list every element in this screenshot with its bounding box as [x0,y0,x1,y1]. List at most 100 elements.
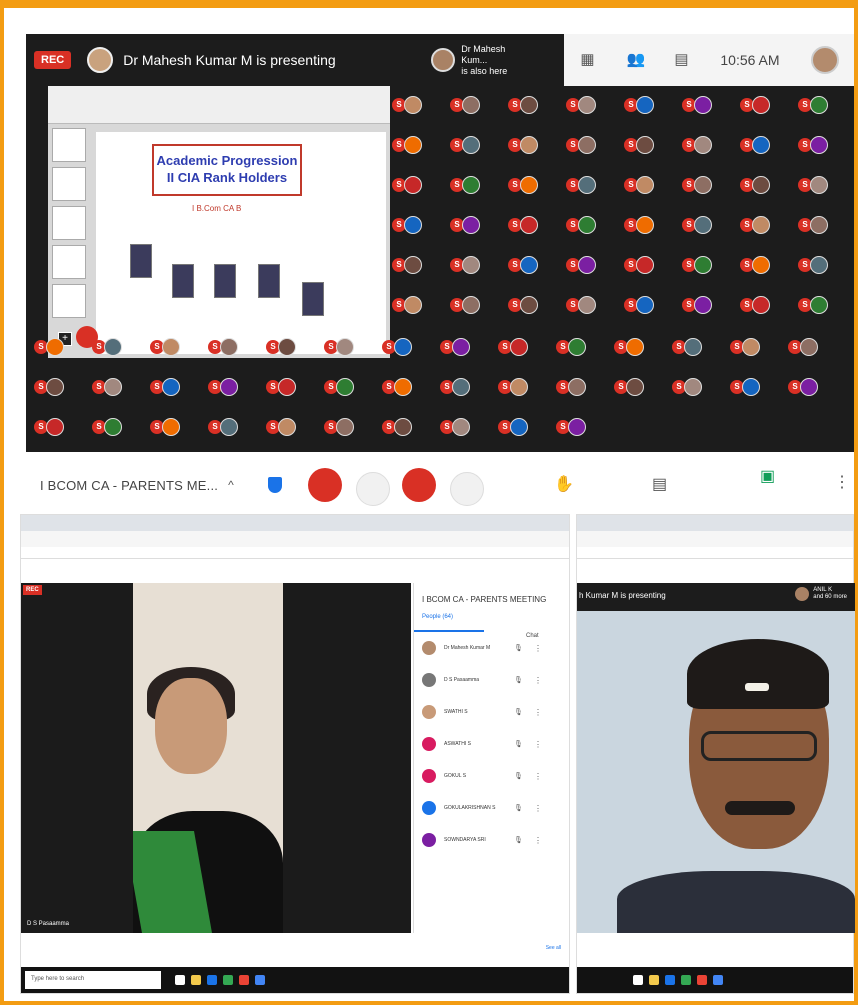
participant-tile[interactable]: S [508,134,562,156]
browser-address-bar[interactable] [21,531,569,547]
participant-tile[interactable]: S [392,174,446,196]
participant-tile[interactable]: S [566,254,620,276]
people-list-item[interactable]: SOWNDARYA SRI 🎙 ⋮ [414,824,569,856]
taskview-icon[interactable] [175,975,185,985]
participant-tile[interactable]: S [682,94,736,116]
participant-tile[interactable]: S [382,376,436,398]
more-options-icon[interactable]: ⋮ [534,708,542,717]
participant-tile[interactable]: S [798,134,852,156]
participant-tile[interactable]: S [498,376,552,398]
more-options-icon[interactable]: ⋮ [534,836,542,845]
participant-tile[interactable]: S [508,174,562,196]
participant-tile[interactable]: S [614,376,668,398]
participant-tile[interactable]: S [34,376,88,398]
see-all-link[interactable]: See all [546,945,561,951]
user-avatar[interactable] [810,46,839,74]
participant-tile[interactable]: S [682,294,736,316]
participant-tile[interactable]: S [150,416,204,438]
chrome-icon[interactable] [681,975,691,985]
participant-tile[interactable]: S [566,94,620,116]
participant-tile[interactable]: S [150,376,204,398]
participant-tile[interactable]: S [508,214,562,236]
participant-tile[interactable]: S [672,336,726,358]
participant-tile[interactable]: S [740,294,794,316]
taskbar-search[interactable]: Type here to search [25,971,161,989]
mic-off-button[interactable] [308,468,342,502]
participant-tile[interactable]: S [392,94,446,116]
participant-tile[interactable]: S [150,336,204,358]
participant-tile[interactable]: S [798,294,852,316]
participant-tile[interactable]: S [740,94,794,116]
participant-tile[interactable]: S [730,336,784,358]
app-icon[interactable] [255,975,265,985]
participant-tile[interactable]: S [324,336,378,358]
camera-off-button[interactable] [402,468,436,502]
participant-tile[interactable]: S [682,254,736,276]
more-options-icon[interactable]: ⋮ [534,644,542,653]
chrome-icon[interactable] [223,975,233,985]
slide-thumb[interactable] [52,167,86,201]
captions-button[interactable] [450,472,484,506]
participant-tile[interactable]: S [798,174,852,196]
slide-thumb[interactable] [52,206,86,240]
participant-tile[interactable]: S [740,214,794,236]
participant-tile[interactable]: S [798,94,852,116]
participant-tile[interactable]: S [392,294,446,316]
participant-tile[interactable]: S [498,416,552,438]
participant-tile[interactable]: S [324,416,378,438]
participant-tile[interactable]: S [34,416,88,438]
participant-tile[interactable]: S [624,214,678,236]
people-list-item[interactable]: Dr Mahesh Kumar M 🎙 ⋮ [414,632,569,664]
participant-tile[interactable]: S [508,94,562,116]
participant-tile[interactable]: S [266,416,320,438]
app-icon[interactable] [713,975,723,985]
present-icon[interactable]: ▣ [760,466,775,486]
more-options-icon[interactable]: ⋮ [534,676,542,685]
participant-tile[interactable]: S [508,294,562,316]
participant-tile[interactable]: S [730,376,784,398]
people-list-item[interactable]: SWATHI S 🎙 ⋮ [414,696,569,728]
participant-tile[interactable]: S [556,376,610,398]
participant-tile[interactable]: S [34,336,88,358]
participant-tile[interactable]: S [450,174,504,196]
app-icon[interactable] [239,975,249,985]
participant-tile[interactable]: S [392,134,446,156]
participant-tile[interactable]: S [624,134,678,156]
folder-icon[interactable] [649,975,659,985]
participant-tile[interactable]: S [450,254,504,276]
end-call-button[interactable] [356,472,390,506]
participant-tile[interactable]: S [208,336,262,358]
participant-tile[interactable]: S [450,214,504,236]
participant-tile[interactable]: S [392,254,446,276]
app-icon[interactable] [697,975,707,985]
edge-icon[interactable] [665,975,675,985]
participant-tile[interactable]: S [450,134,504,156]
slide-thumb[interactable] [52,284,86,318]
participant-tile[interactable]: S [440,336,494,358]
tab-chat[interactable]: Chat [526,633,539,639]
taskview-icon[interactable] [633,975,643,985]
grid-icon[interactable]: ▦ [579,52,595,68]
participant-tile[interactable]: S [672,376,726,398]
hand-raise-icon[interactable]: ✋ [554,474,574,494]
participant-tile[interactable]: S [508,254,562,276]
participant-tile[interactable]: S [624,254,678,276]
participant-tile[interactable]: S [392,214,446,236]
participant-tile[interactable]: S [566,134,620,156]
chevron-up-icon[interactable]: ^ [228,478,234,492]
participant-tile[interactable]: S [682,134,736,156]
chat-icon[interactable]: ▤ [673,52,689,68]
tab-people[interactable]: People (64) [414,614,484,632]
people-list-item[interactable]: ASWATHI S 🎙 ⋮ [414,728,569,760]
captions-icon[interactable]: ▤ [652,474,667,494]
participant-tile[interactable]: S [266,336,320,358]
participant-tile[interactable]: S [682,214,736,236]
participant-tile[interactable]: S [556,336,610,358]
participant-tile[interactable]: S [798,254,852,276]
people-list-item[interactable]: D S Pasaamma 🎙 ⋮ [414,664,569,696]
participant-tile[interactable]: S [788,336,842,358]
people-icon[interactable]: 👥 [626,52,645,68]
browser-address-bar[interactable] [577,531,853,547]
participant-tile[interactable]: S [566,174,620,196]
participant-tile[interactable]: S [798,214,852,236]
